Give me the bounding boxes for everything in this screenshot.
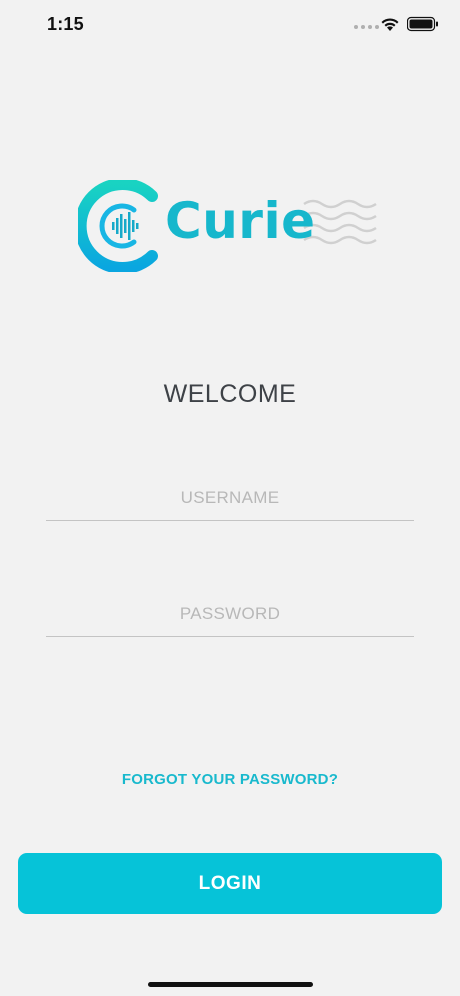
- welcome-title: WELCOME: [163, 380, 297, 408]
- status-bar: 1:15: [0, 0, 460, 50]
- password-field: [46, 592, 414, 637]
- status-time: 1:15: [47, 14, 84, 34]
- curie-logo: Curie: [78, 180, 378, 272]
- signal-dots-icon: [354, 25, 379, 29]
- battery-icon: [407, 16, 438, 32]
- home-indicator: [148, 982, 313, 987]
- logo-text: Curie: [165, 192, 316, 250]
- forgot-password-link[interactable]: FORGOT YOUR PASSWORD?: [0, 771, 460, 788]
- username-input[interactable]: [46, 476, 414, 520]
- username-field: [46, 476, 414, 521]
- wifi-icon: [381, 18, 399, 31]
- login-button[interactable]: LOGIN: [18, 853, 442, 914]
- password-input[interactable]: [46, 592, 414, 636]
